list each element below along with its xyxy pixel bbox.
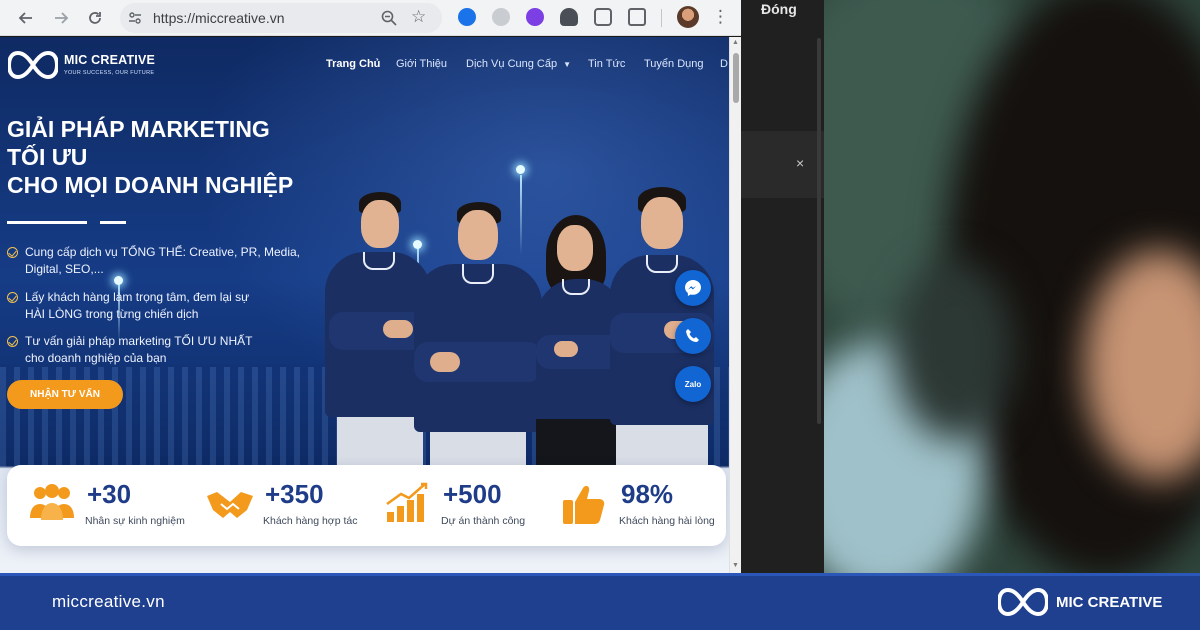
zoom-icon[interactable]	[380, 9, 398, 27]
messenger-button[interactable]	[675, 270, 711, 306]
growth-chart-icon	[386, 482, 428, 522]
title-underline	[7, 221, 87, 224]
extension-incognito-icon[interactable]	[560, 8, 578, 26]
extension-face-icon[interactable]	[526, 8, 544, 26]
banner-brand: MIC CREATIVE	[1056, 593, 1163, 611]
check-circle-icon	[7, 247, 18, 258]
bullet-line: HÀI LÒNG trong từng chiến dịch	[25, 307, 199, 321]
extension-drop-icon[interactable]	[458, 8, 476, 26]
scroll-up-icon[interactable]: ▲	[732, 39, 739, 46]
stat-label: Khách hàng hợp tác	[263, 515, 358, 527]
screenshot: https://miccreative.vn ☆ ⋮ MIC CREATIVE	[0, 0, 1200, 630]
close-label[interactable]: Đóng	[761, 1, 797, 17]
stat-value: 98%	[621, 479, 674, 509]
site-logo[interactable]: MIC CREATIVE YOUR SUCCESS, OUR FUTURE	[8, 49, 155, 81]
thumbs-up-icon	[563, 485, 605, 524]
chevron-down-icon: ▼	[563, 60, 572, 69]
team-icon	[30, 484, 74, 520]
infinity-logo-icon	[998, 587, 1048, 617]
stat-value: +30	[87, 479, 132, 509]
panel-scrollbar[interactable]	[817, 38, 821, 424]
nav-home[interactable]: Trang Chủ	[326, 58, 380, 70]
back-icon[interactable]	[12, 4, 40, 32]
url-text[interactable]: https://miccreative.vn	[153, 10, 285, 26]
page-scrollbar[interactable]: ▲ ▼	[729, 37, 741, 573]
logo-title: MIC CREATIVE	[64, 53, 156, 68]
bullet-line: Cung cấp dịch vụ TỔNG THỂ: Creative, PR,…	[25, 245, 300, 259]
bullet-line: Tư vấn giải pháp marketing TỐI ƯU NHẤT	[25, 334, 253, 348]
scroll-down-icon[interactable]: ▼	[732, 562, 739, 569]
handshake-icon	[207, 492, 253, 518]
stat-value: +350	[265, 479, 324, 509]
blurred-photo	[824, 0, 1200, 573]
nav-services-label: Dịch Vụ Cung Cấp	[466, 58, 558, 70]
nav-careers[interactable]: Tuyển Dụng	[644, 58, 704, 70]
hero-bullet: Cung cấp dịch vụ TỔNG THỂ: Creative, PR,…	[7, 244, 307, 278]
phone-icon	[686, 329, 699, 342]
extensions-icon[interactable]	[628, 8, 646, 26]
banner-url[interactable]: miccreative.vn	[52, 592, 165, 612]
extension-link-icon[interactable]	[492, 8, 510, 26]
bottom-banner: miccreative.vn MIC CREATIVE	[0, 573, 1200, 630]
extension-copy-icon[interactable]	[594, 8, 612, 26]
hero-title-line: GIẢI PHÁP MARKETING	[7, 116, 270, 142]
hero-title: GIẢI PHÁP MARKETING TỐI ƯU CHO MỌI DOANH…	[7, 115, 327, 199]
messenger-icon	[685, 280, 701, 296]
panel-row	[741, 131, 825, 198]
nav-news[interactable]: Tin Tức	[588, 58, 625, 70]
reload-icon[interactable]	[81, 4, 109, 32]
call-button[interactable]	[675, 318, 711, 354]
scroll-thumb[interactable]	[733, 53, 739, 103]
stat-value: +500	[443, 479, 502, 509]
logo-tagline: YOUR SUCCESS, OUR FUTURE	[64, 69, 155, 76]
nav-about[interactable]: Giới Thiệu	[396, 58, 447, 70]
stat-label: Khách hàng hài lòng	[619, 515, 715, 527]
address-bar[interactable]: https://miccreative.vn ☆	[120, 3, 442, 33]
hero-title-line: CHO MỌI DOANH NGHIỆP	[7, 172, 294, 198]
close-icon[interactable]: ×	[796, 155, 804, 171]
hero-bullet: Lấy khách hàng làm trọng tâm, đem lại sự…	[7, 289, 307, 323]
bullet-line: Digital, SEO,...	[25, 262, 104, 276]
website-viewport: MIC CREATIVE YOUR SUCCESS, OUR FUTURE Tr…	[0, 37, 729, 573]
check-circle-icon	[7, 292, 18, 303]
team-member	[408, 202, 548, 472]
stat-label: Nhân sự kinh nghiệm	[85, 515, 185, 527]
menu-icon[interactable]: ⋮	[712, 7, 729, 27]
infinity-logo-icon	[8, 50, 58, 80]
nav-services[interactable]: Dịch Vụ Cung Cấp ▼	[466, 58, 571, 70]
title-underline-short	[100, 221, 126, 224]
zalo-button[interactable]: Zalo	[675, 366, 711, 402]
check-circle-icon	[7, 336, 18, 347]
stat-label: Dự án thành công	[441, 515, 526, 527]
toolbar-separator	[661, 9, 662, 27]
banner-logo: MIC CREATIVE	[998, 586, 1162, 618]
nav-more[interactable]: D	[720, 58, 728, 70]
site-settings-icon[interactable]	[127, 10, 143, 26]
stats-card: +30 Nhân sự kinh nghiệm +350 Khách hàng …	[7, 465, 726, 546]
bookmark-star-icon[interactable]: ☆	[411, 7, 426, 27]
light-dot	[516, 165, 525, 174]
zalo-icon: Zalo	[684, 379, 702, 389]
hero-title-line: TỐI ƯU	[7, 144, 88, 170]
profile-avatar[interactable]	[677, 6, 699, 28]
consult-button[interactable]: NHẬN TƯ VẤN	[7, 380, 123, 409]
hero-bullet: Tư vấn giải pháp marketing TỐI ƯU NHẤT c…	[7, 333, 307, 367]
forward-icon[interactable]	[47, 4, 75, 32]
browser-toolbar: https://miccreative.vn ☆ ⋮	[0, 0, 741, 36]
bullet-line: cho doanh nghiệp của bạn	[25, 351, 167, 365]
bullet-line: Lấy khách hàng làm trọng tâm, đem lại sự	[25, 290, 250, 304]
side-panel: Đóng ×	[741, 0, 825, 573]
